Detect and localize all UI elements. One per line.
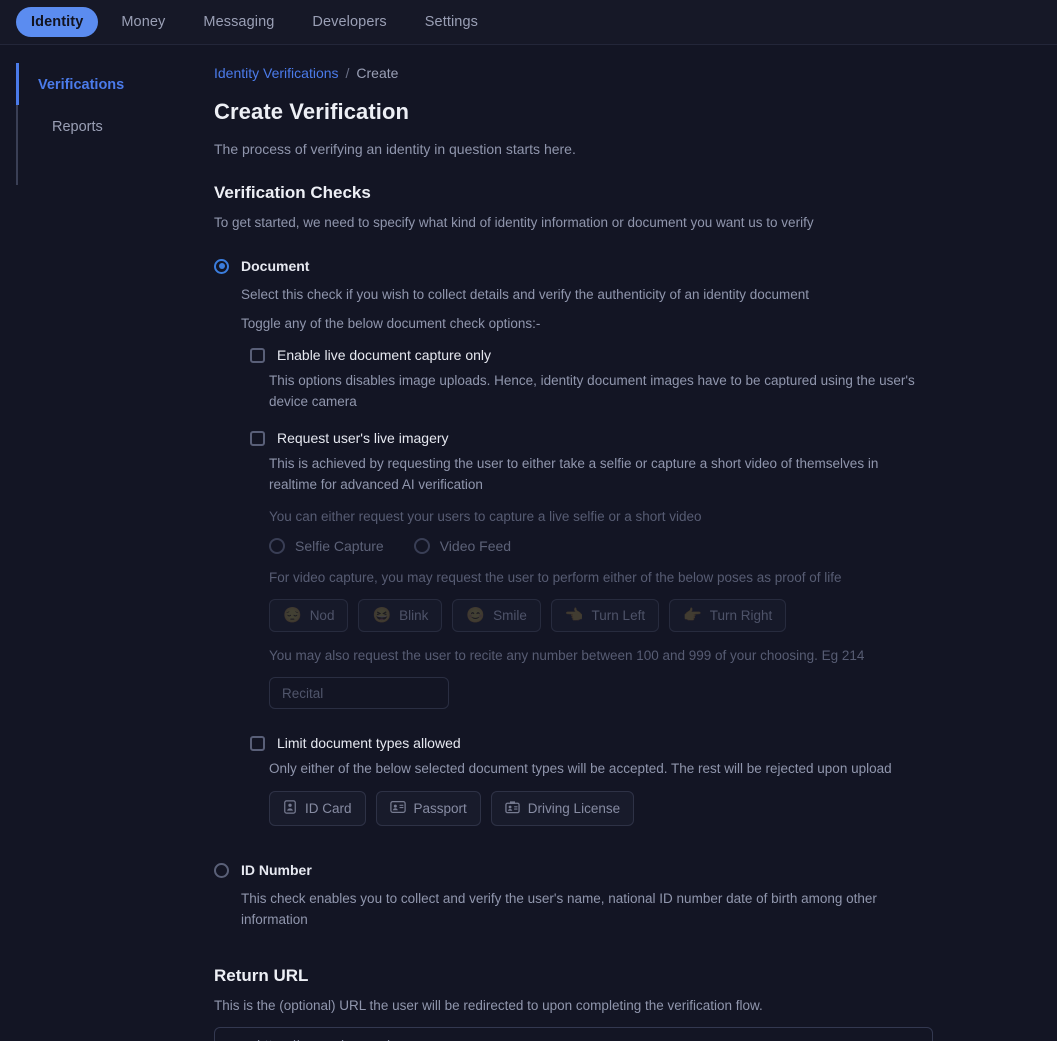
pose-chip-nod-label: Nod <box>309 608 335 623</box>
document-type-chip-passport[interactable]: Passport <box>375 791 481 826</box>
pose-hint: For video capture, you may request the u… <box>269 570 842 585</box>
checkbox-live-document-capture-label: Enable live document capture only <box>277 347 492 363</box>
document-check-block: Document Select this check if you wish t… <box>214 258 1057 826</box>
main-content: Identity Verifications / Create Create V… <box>212 45 1057 1041</box>
turn-left-emoji-icon: 👈 <box>564 607 584 624</box>
pose-chip-smile-label: Smile <box>493 608 527 623</box>
recital-input[interactable] <box>269 677 449 709</box>
turn-right-emoji-icon: 👉 <box>683 607 702 624</box>
pose-chip-smile[interactable]: 😊 Smile <box>452 599 541 632</box>
radio-id-number[interactable]: ID Number <box>214 862 1057 878</box>
checkbox-live-imagery-icon <box>250 430 265 446</box>
nav-tab-settings[interactable]: Settings <box>410 7 493 37</box>
sidebar-item-reports[interactable]: Reports <box>52 107 212 149</box>
id-number-check-block: ID Number This check enables you to coll… <box>214 862 1057 930</box>
document-type-chip-id-card[interactable]: ID Card <box>269 791 366 826</box>
checkbox-limit-document-types-label: Limit document types allowed <box>277 735 461 751</box>
radio-id-number-icon <box>214 862 229 878</box>
checkbox-live-document-capture-icon <box>250 347 265 363</box>
id-number-description: This check enables you to collect and ve… <box>241 891 877 927</box>
sidebar-active-indicator <box>16 63 19 105</box>
radio-selfie-capture-icon <box>269 538 285 554</box>
checkbox-limit-document-types[interactable]: Limit document types allowed <box>250 735 1057 751</box>
radio-selfie-capture[interactable]: Selfie Capture <box>269 538 384 554</box>
live-imagery-mode-group: Selfie Capture Video Feed <box>269 538 1057 554</box>
document-description: Select this check if you wish to collect… <box>241 287 810 302</box>
radio-document[interactable]: Document <box>214 258 1057 274</box>
verification-checks-heading: Verification Checks <box>214 183 371 202</box>
breadcrumb-separator: / <box>345 65 350 81</box>
radio-video-feed-label: Video Feed <box>439 538 512 554</box>
blink-emoji-icon: 😆 <box>372 607 392 624</box>
return-url-title: Return URL <box>214 966 309 985</box>
return-url-block: Return URL This is the (optional) URL th… <box>214 966 1057 1041</box>
live-imagery-mode-hint: You can either request your users to cap… <box>269 509 702 524</box>
page-shell: Verifications Reports Identity Verificat… <box>0 45 1057 1041</box>
recital-hint: You may also request the user to recite … <box>269 648 865 663</box>
return-url-subtitle: This is the (optional) URL the user will… <box>214 998 763 1013</box>
document-type-chip-row: ID Card Passport Driving License <box>269 791 1057 826</box>
driving-license-icon <box>505 800 520 817</box>
pose-chip-blink-label: Blink <box>399 608 429 623</box>
checkbox-live-imagery-label: Request user's live imagery <box>277 430 449 446</box>
breadcrumb-link-identity-verifications[interactable]: Identity Verifications <box>214 65 339 81</box>
smile-emoji-icon: 😊 <box>466 607 486 624</box>
page-subtitle: The process of verifying an identity in … <box>214 141 576 157</box>
nav-tab-developers[interactable]: Developers <box>297 7 401 37</box>
nav-tab-identity[interactable]: Identity <box>16 7 99 37</box>
breadcrumb: Identity Verifications / Create <box>214 65 1057 81</box>
document-type-chip-driving-license-label: Driving License <box>527 801 621 816</box>
pose-chip-turn-right[interactable]: 👉 Turn Right <box>669 599 787 632</box>
radio-document-icon <box>214 258 229 274</box>
radio-id-number-label: ID Number <box>241 862 312 878</box>
live-imagery-options: You can either request your users to cap… <box>269 509 1057 713</box>
page-title: Create Verification <box>214 99 410 124</box>
breadcrumb-current-create: Create <box>356 65 399 81</box>
document-type-chip-passport-label: Passport <box>413 801 467 816</box>
document-type-chip-id-card-label: ID Card <box>305 801 352 816</box>
sidebar: Verifications Reports <box>0 45 212 1041</box>
document-toggle-hint: Toggle any of the below document check o… <box>241 316 541 331</box>
pose-chip-nod[interactable]: 😔 Nod <box>269 599 349 632</box>
radio-document-label: Document <box>241 258 310 274</box>
radio-video-feed-icon <box>413 538 430 554</box>
top-navigation-bar: Identity Money Messaging Developers Sett… <box>0 0 1057 45</box>
checkbox-limit-document-types-icon <box>250 735 265 751</box>
nav-tab-messaging[interactable]: Messaging <box>188 7 289 37</box>
radio-video-feed[interactable]: Video Feed <box>413 538 512 554</box>
pose-chip-turn-left-label: Turn Left <box>591 608 646 623</box>
verification-checks-subheading: To get started, we need to specify what … <box>214 215 814 230</box>
pose-chip-blink[interactable]: 😆 Blink <box>358 599 443 632</box>
live-document-capture-description: This options disables image uploads. Hen… <box>269 373 915 409</box>
nod-emoji-icon: 😔 <box>283 607 302 624</box>
passport-icon <box>389 800 406 817</box>
pose-chip-turn-right-label: Turn Right <box>709 608 773 623</box>
id-card-icon <box>283 800 297 817</box>
limit-document-types-description: Only either of the below selected docume… <box>269 761 892 776</box>
sidebar-item-verifications[interactable]: Verifications <box>38 63 212 107</box>
checkbox-live-imagery[interactable]: Request user's live imagery <box>250 430 1057 446</box>
checkbox-live-document-capture[interactable]: Enable live document capture only <box>250 347 1057 363</box>
return-url-input[interactable] <box>214 1027 933 1041</box>
pose-chip-row: 😔 Nod 😆 Blink 😊 Smile 👈 Turn Left 👉 Turn… <box>269 599 1057 632</box>
nav-tab-money[interactable]: Money <box>106 7 180 37</box>
document-type-chip-driving-license[interactable]: Driving License <box>490 791 635 826</box>
radio-selfie-capture-label: Selfie Capture <box>295 538 384 554</box>
live-imagery-description: This is achieved by requesting the user … <box>269 456 879 492</box>
pose-chip-turn-left[interactable]: 👈 Turn Left <box>550 599 660 632</box>
